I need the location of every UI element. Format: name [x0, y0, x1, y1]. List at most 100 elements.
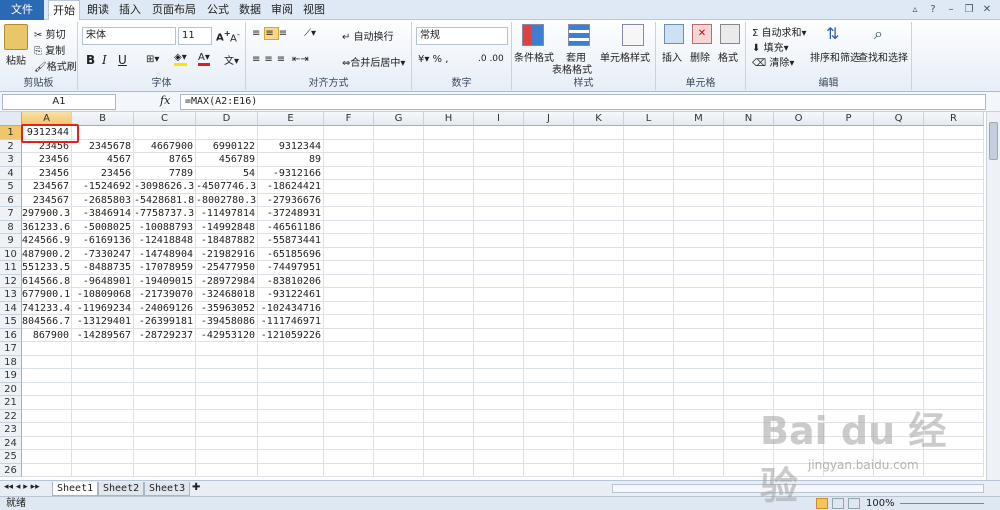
cell[interactable]	[724, 180, 774, 194]
cell[interactable]	[774, 382, 824, 396]
italic-button[interactable]: I	[102, 53, 107, 67]
cell[interactable]	[258, 355, 324, 369]
row-header[interactable]: 16	[0, 328, 22, 342]
cell[interactable]: -27936676	[258, 193, 324, 207]
cell[interactable]	[874, 355, 924, 369]
cell[interactable]	[924, 328, 984, 342]
cell[interactable]	[824, 261, 874, 275]
cell[interactable]	[674, 288, 724, 302]
halign-icons[interactable]: ≡≡≡	[252, 54, 289, 65]
cell[interactable]	[134, 396, 196, 410]
cell[interactable]	[474, 382, 524, 396]
cell[interactable]	[874, 207, 924, 221]
merge-center-button[interactable]: ⇔合并后居中▾	[342, 54, 405, 70]
cell[interactable]	[574, 369, 624, 383]
cell[interactable]	[258, 450, 324, 464]
cell[interactable]	[774, 288, 824, 302]
cell[interactable]	[574, 450, 624, 464]
cell[interactable]	[774, 328, 824, 342]
cell[interactable]	[474, 450, 524, 464]
cell[interactable]	[874, 220, 924, 234]
cell[interactable]	[874, 126, 924, 140]
cell[interactable]	[874, 153, 924, 167]
cell[interactable]	[374, 342, 424, 356]
cell[interactable]	[574, 193, 624, 207]
cell[interactable]	[824, 301, 874, 315]
column-header[interactable]: O	[774, 112, 824, 126]
cell[interactable]	[624, 180, 674, 194]
cell[interactable]: -14289567	[72, 328, 134, 342]
cell[interactable]: 23456	[72, 166, 134, 180]
decimal-icons[interactable]: .0 .00	[478, 54, 504, 64]
cell[interactable]: 867900	[22, 328, 72, 342]
cell[interactable]: -39458086	[196, 315, 258, 329]
cell[interactable]: -42953120	[196, 328, 258, 342]
cell[interactable]	[924, 220, 984, 234]
cell[interactable]	[824, 355, 874, 369]
cell[interactable]: -26399181	[134, 315, 196, 329]
cell[interactable]	[624, 193, 674, 207]
row-header[interactable]: 20	[0, 382, 22, 396]
cell[interactable]	[824, 207, 874, 221]
cell[interactable]	[874, 301, 924, 315]
cell[interactable]	[196, 126, 258, 140]
cell[interactable]	[524, 436, 574, 450]
cell[interactable]	[674, 153, 724, 167]
column-header[interactable]: I	[474, 112, 524, 126]
tab-formulas[interactable]: 公式	[204, 0, 232, 20]
row-header[interactable]: 9	[0, 234, 22, 248]
cell[interactable]	[824, 288, 874, 302]
cell[interactable]	[824, 234, 874, 248]
cell[interactable]	[574, 153, 624, 167]
cell[interactable]	[674, 328, 724, 342]
cell[interactable]	[574, 409, 624, 423]
column-header[interactable]: G	[374, 112, 424, 126]
cell[interactable]	[196, 450, 258, 464]
cell[interactable]	[474, 180, 524, 194]
cell[interactable]: 7789	[134, 166, 196, 180]
cell[interactable]	[22, 382, 72, 396]
cell[interactable]	[524, 139, 574, 153]
cell[interactable]	[524, 355, 574, 369]
cell[interactable]	[196, 463, 258, 477]
column-header[interactable]: B	[72, 112, 134, 126]
cell[interactable]	[524, 396, 574, 410]
cell[interactable]	[22, 450, 72, 464]
cell[interactable]	[72, 355, 134, 369]
cell[interactable]	[874, 180, 924, 194]
cell[interactable]	[524, 288, 574, 302]
cell[interactable]	[324, 436, 374, 450]
page-layout-view-icon[interactable]	[832, 498, 844, 509]
cell[interactable]	[324, 139, 374, 153]
cell[interactable]	[574, 288, 624, 302]
cell[interactable]	[524, 261, 574, 275]
cell[interactable]	[474, 220, 524, 234]
phonetic-icon[interactable]: 文▾	[224, 52, 239, 67]
select-all-corner[interactable]	[0, 112, 22, 126]
cell[interactable]: 297900.3	[22, 207, 72, 221]
cell[interactable]: 23456	[22, 166, 72, 180]
cell[interactable]	[324, 166, 374, 180]
cell[interactable]: -2685803	[72, 193, 134, 207]
cell[interactable]	[624, 274, 674, 288]
cell[interactable]	[374, 247, 424, 261]
cell[interactable]	[574, 301, 624, 315]
cell[interactable]	[624, 409, 674, 423]
cell[interactable]	[374, 193, 424, 207]
cell[interactable]	[724, 193, 774, 207]
cell[interactable]	[774, 342, 824, 356]
cell[interactable]: -83810206	[258, 274, 324, 288]
cell[interactable]: 9312344	[258, 139, 324, 153]
row-header[interactable]: 22	[0, 409, 22, 423]
cell[interactable]	[574, 247, 624, 261]
cell[interactable]	[474, 139, 524, 153]
cell[interactable]	[134, 342, 196, 356]
cell[interactable]	[924, 369, 984, 383]
cell[interactable]	[196, 409, 258, 423]
cell[interactable]	[134, 409, 196, 423]
cell[interactable]: 234567	[22, 180, 72, 194]
cell[interactable]	[574, 234, 624, 248]
file-tab[interactable]: 文件	[0, 0, 44, 20]
cell[interactable]	[324, 180, 374, 194]
cell[interactable]	[774, 139, 824, 153]
